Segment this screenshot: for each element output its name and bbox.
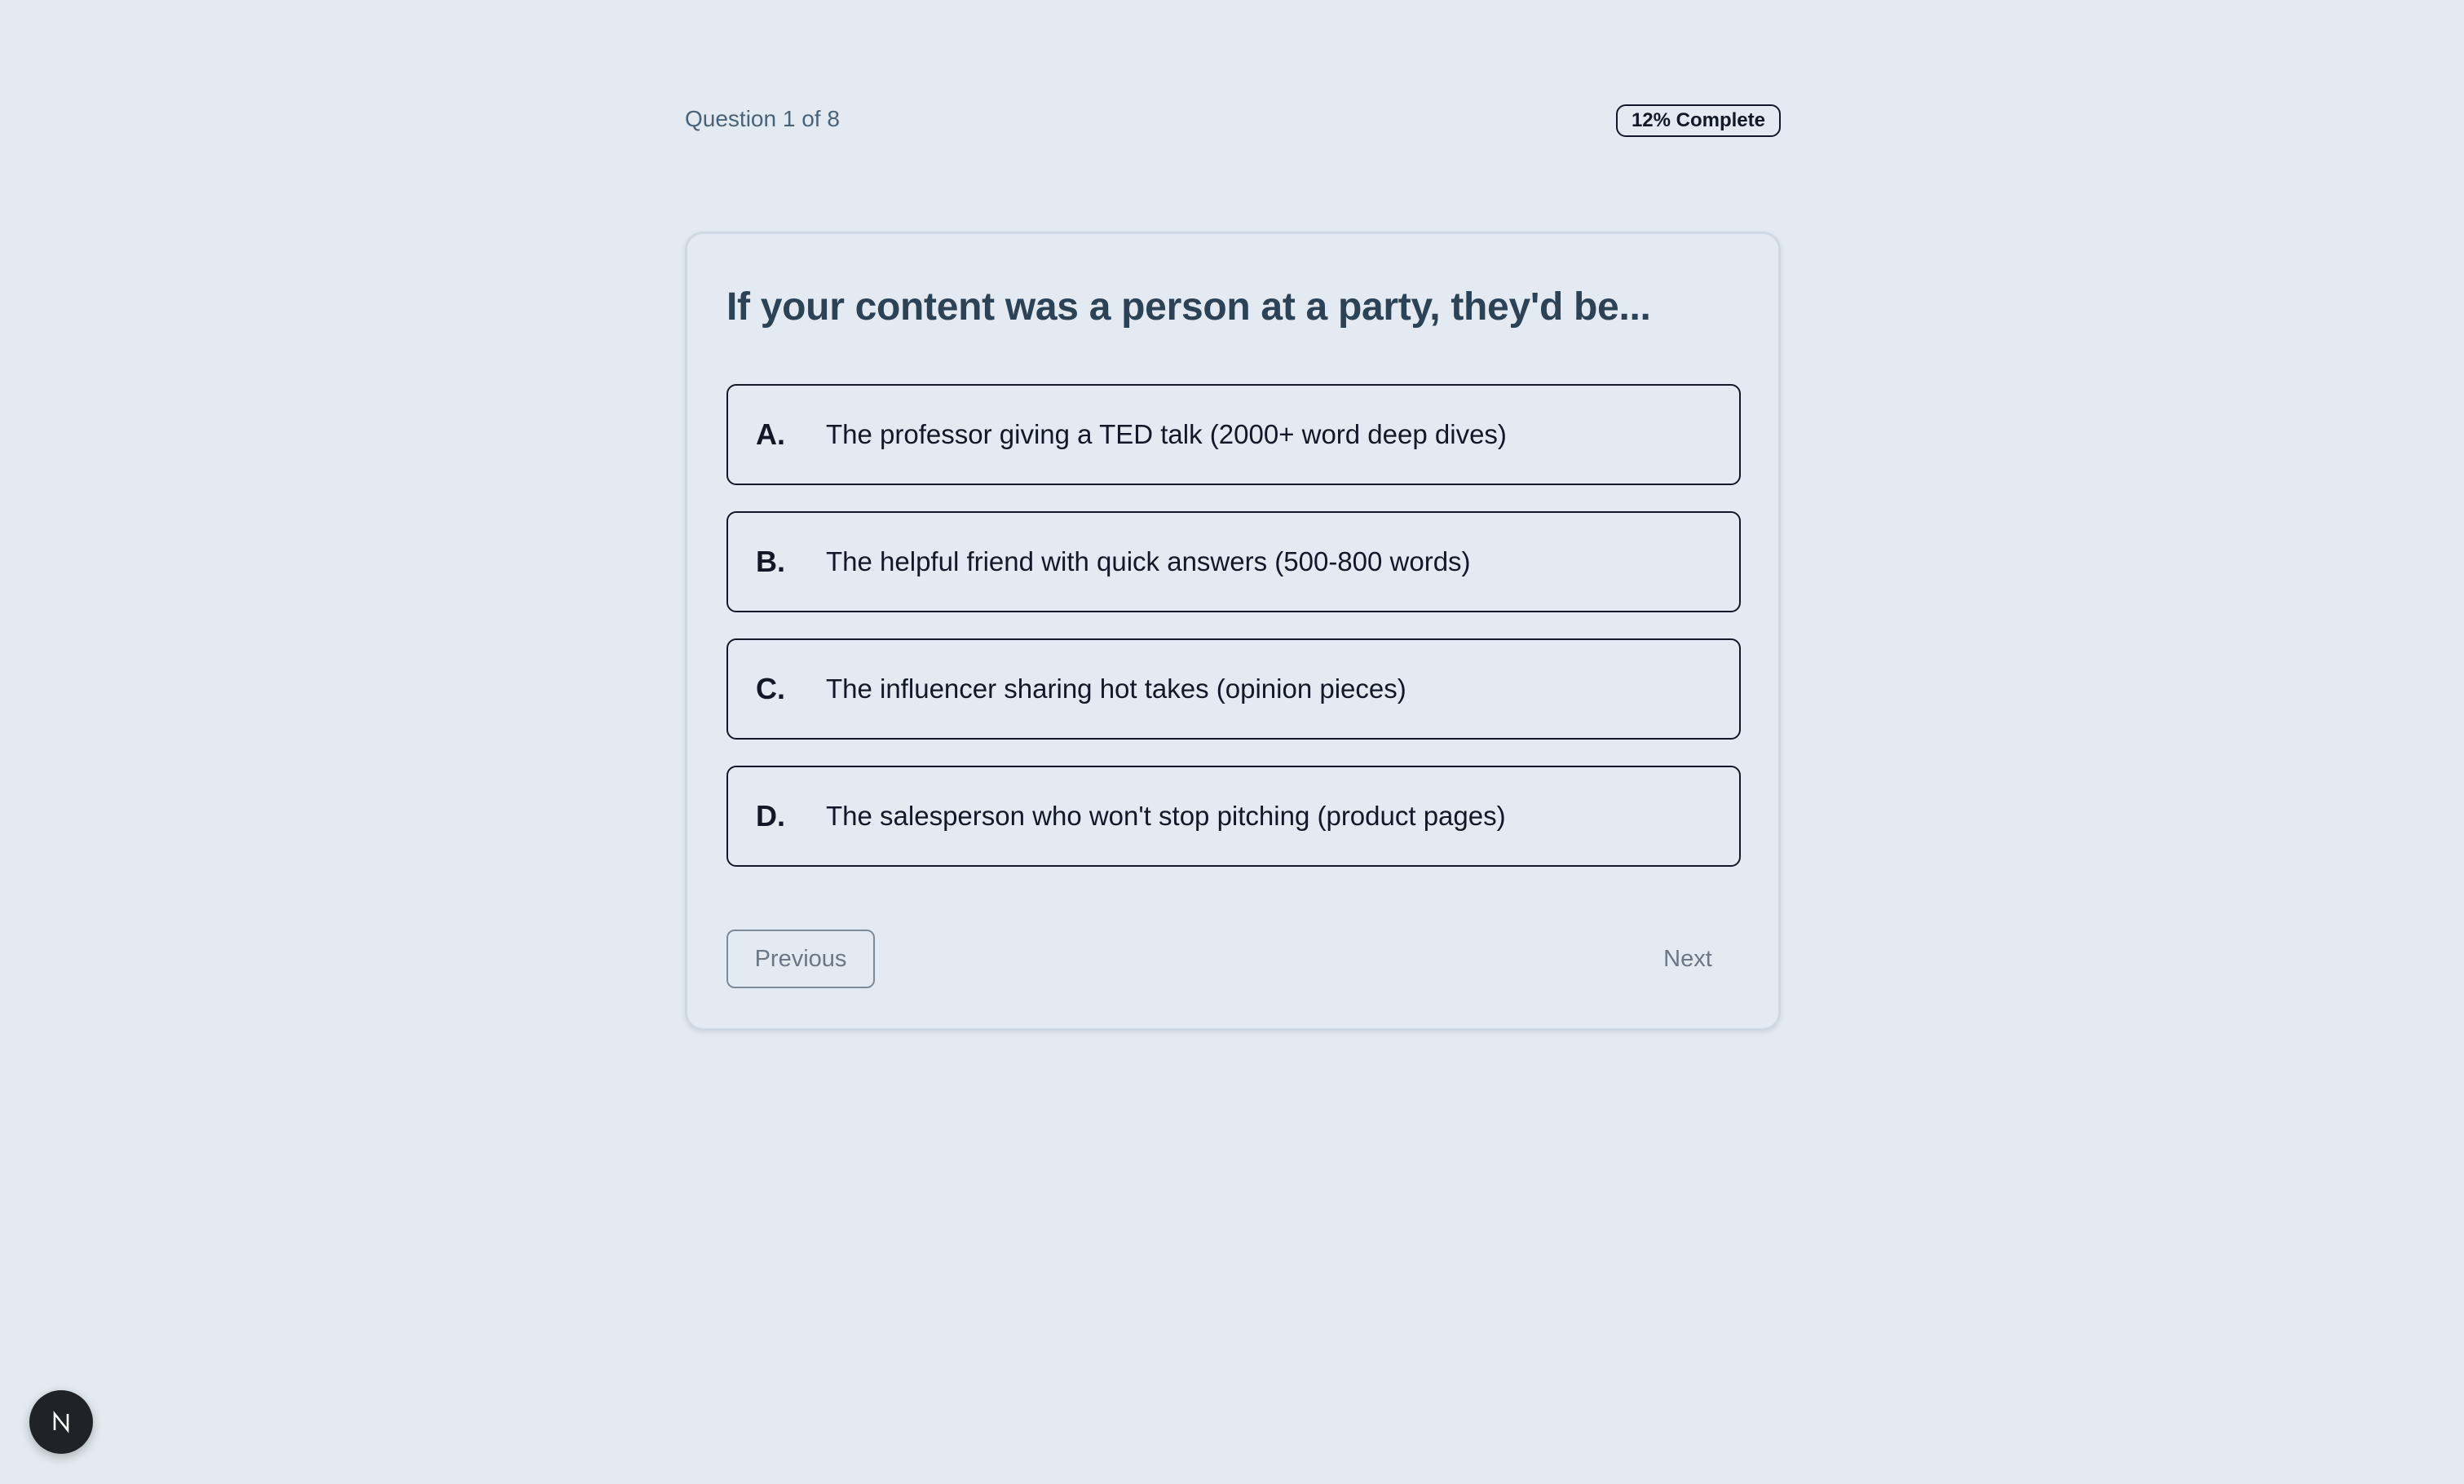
question-card: If your content was a person at a party,… xyxy=(685,232,1781,1031)
answer-option-d[interactable]: D. The salesperson who won't stop pitchi… xyxy=(726,766,1741,867)
answer-option-c[interactable]: C. The influencer sharing hot takes (opi… xyxy=(726,638,1741,740)
option-text: The influencer sharing hot takes (opinio… xyxy=(826,674,1406,704)
question-title: If your content was a person at a party,… xyxy=(726,285,1651,329)
option-letter: D. xyxy=(756,799,785,833)
question-counter: Question 1 of 8 xyxy=(685,106,840,131)
answer-option-a[interactable]: A. The professor giving a TED talk (2000… xyxy=(726,384,1741,485)
option-letter: C. xyxy=(756,672,785,705)
answer-option-b[interactable]: B. The helpful friend with quick answers… xyxy=(726,511,1741,612)
progress-badge: 12% Complete xyxy=(1615,104,1781,137)
option-letter: A. xyxy=(756,417,785,451)
answer-options: A. The professor giving a TED talk (2000… xyxy=(726,384,1741,893)
option-text: The professor giving a TED talk (2000+ w… xyxy=(826,419,1507,449)
nextjs-logo-icon xyxy=(53,1411,69,1433)
option-text: The helpful friend with quick answers (5… xyxy=(826,546,1471,576)
option-letter: B. xyxy=(756,545,785,578)
previous-button[interactable]: Previous xyxy=(726,930,875,988)
option-text: The salesperson who won't stop pitching … xyxy=(826,801,1506,831)
next-button[interactable]: Next xyxy=(1635,930,1741,988)
nextjs-dev-indicator-button[interactable] xyxy=(29,1390,93,1454)
quiz-navigation: Previous Next xyxy=(726,930,1741,988)
quiz-header: Question 1 of 8 12% Complete xyxy=(685,104,1781,140)
quiz-container: Question 1 of 8 12% Complete If your con… xyxy=(685,104,1781,1031)
